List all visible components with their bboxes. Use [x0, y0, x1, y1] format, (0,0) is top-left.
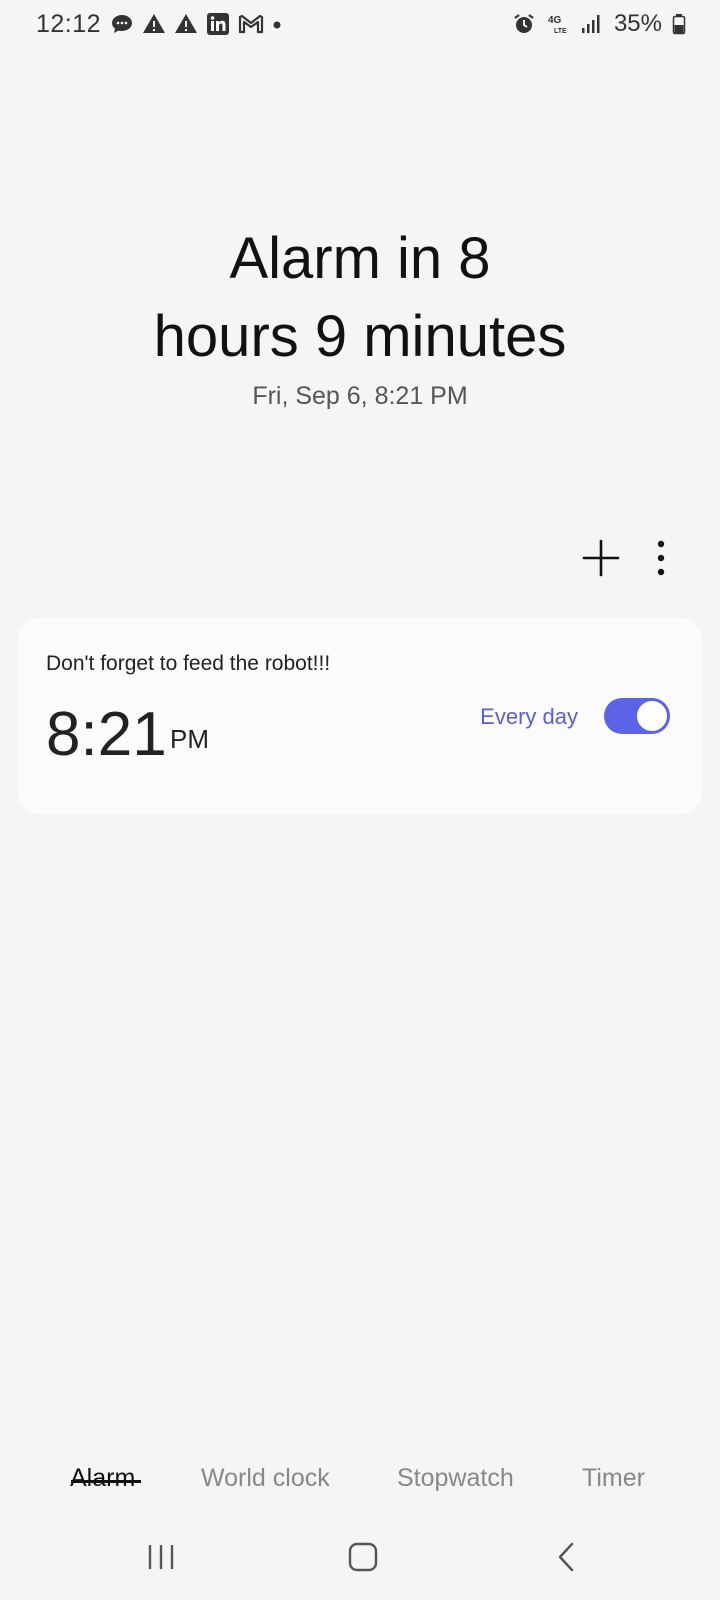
alarm-label: Don't forget to feed the robot!!!: [46, 652, 331, 675]
plus-icon[interactable]: [578, 535, 624, 581]
next-alarm-title-line2: hours 9 minutes: [153, 304, 567, 369]
tab-world-clock[interactable]: World clock: [201, 1464, 330, 1493]
alarm-card[interactable]: Don't forget to feed the robot!!! 8:21 P…: [18, 618, 702, 814]
next-alarm-title-line1: Alarm in 8: [229, 226, 491, 291]
tab-alarm[interactable]: Alarm: [70, 1464, 135, 1493]
alarm-repeat: Every day: [480, 704, 578, 729]
alarm-icon: [514, 14, 534, 33]
messages-icon: [112, 15, 132, 33]
notification-icons: [110, 12, 282, 36]
signal-icon: [581, 15, 600, 33]
tab-timer[interactable]: Timer: [582, 1464, 645, 1493]
svg-text:4G: 4G: [548, 15, 562, 26]
alarm-time: 8:21: [46, 700, 167, 769]
warning-icon: [143, 14, 165, 33]
home-icon[interactable]: [346, 1540, 380, 1574]
battery-icon: [672, 14, 686, 35]
next-alarm-date: Fri, Sep 6, 8:21 PM: [252, 382, 468, 410]
battery-percent: 35%: [613, 10, 662, 37]
warning-icon: [175, 14, 197, 33]
gmail-icon: [238, 14, 264, 34]
alarm-ampm: PM: [170, 724, 209, 754]
4g-lte-icon: 4G LTE: [548, 15, 567, 35]
alarm-toggle[interactable]: [604, 698, 670, 734]
active-tab-indicator: [71, 1480, 141, 1483]
dot-icon: [273, 21, 281, 29]
toggle-knob: [635, 699, 669, 733]
next-alarm-header: Alarm in 8 hours 9 minutes Fri, Sep 6, 8…: [0, 220, 720, 411]
back-icon[interactable]: [550, 1540, 584, 1574]
status-time: 12:12: [36, 10, 102, 38]
svg-text:LTE: LTE: [554, 28, 567, 35]
status-bar: 12:12 4G LTE 35%: [0, 0, 720, 52]
system-icons: 4G LTE 35%: [512, 10, 686, 38]
recents-icon[interactable]: [144, 1540, 178, 1574]
navigation-bar: [0, 1520, 720, 1600]
more-vertical-icon[interactable]: [646, 535, 676, 581]
linkedin-icon: [207, 13, 229, 35]
tab-stopwatch[interactable]: Stopwatch: [397, 1464, 514, 1493]
